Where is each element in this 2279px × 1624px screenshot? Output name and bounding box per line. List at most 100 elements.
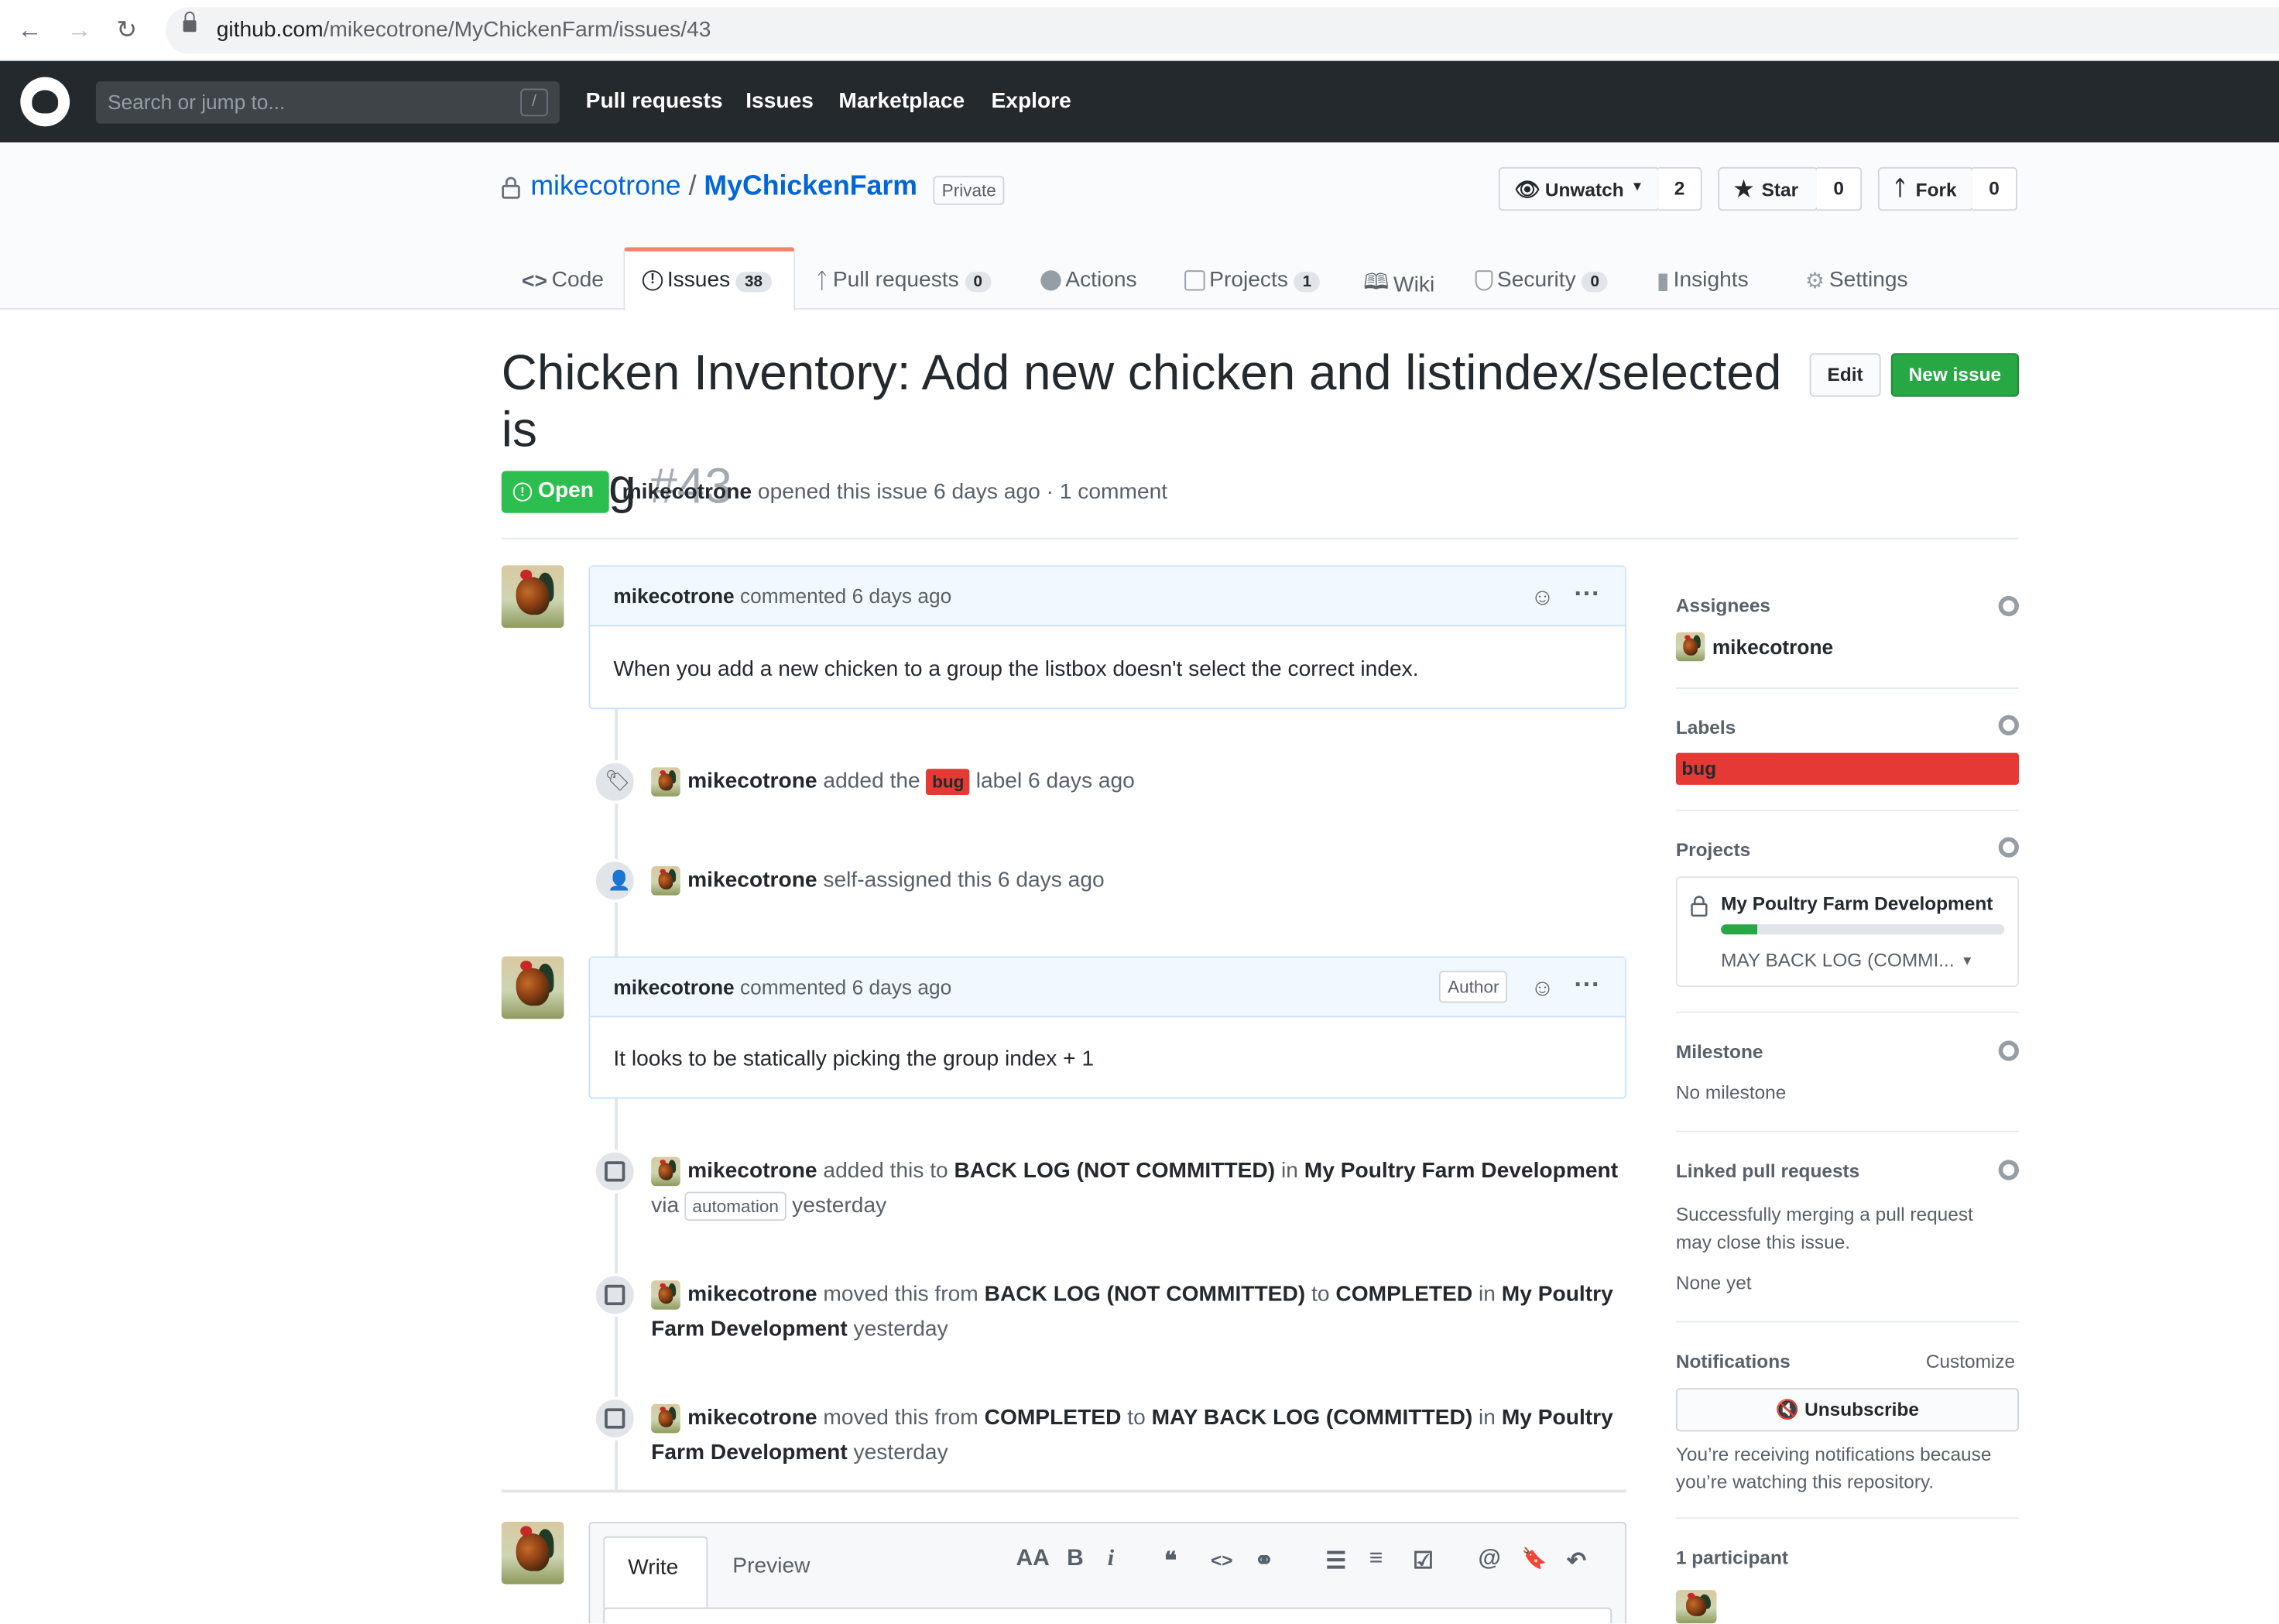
- state-label: Open: [538, 478, 595, 503]
- tab-actions[interactable]: Actions: [1040, 267, 1137, 293]
- gear-icon[interactable]: [1998, 595, 2019, 617]
- mini-avatar[interactable]: [651, 866, 680, 896]
- gear-icon[interactable]: [1998, 837, 2019, 858]
- project-link[interactable]: My Poultry Farm Development: [1304, 1158, 1618, 1183]
- reply-icon[interactable]: ↶: [1567, 1547, 1586, 1576]
- event-user[interactable]: mikecotrone: [687, 1406, 817, 1430]
- nav-marketplace[interactable]: Marketplace: [838, 89, 965, 114]
- watch-count[interactable]: 2: [1658, 166, 1702, 211]
- tab-projects[interactable]: Projects 1: [1184, 267, 1321, 293]
- tab-security-count: 0: [1582, 272, 1609, 293]
- fork-button[interactable]: ᛏ Fork: [1877, 166, 1974, 211]
- nav-explore[interactable]: Explore: [992, 89, 1071, 114]
- notifications-reason: You’re receiving notifications because yo…: [1676, 1441, 1992, 1496]
- more-options-icon[interactable]: ···: [1574, 969, 1600, 999]
- unwatch-button[interactable]: 👁 Unwatch ▼: [1498, 166, 1660, 211]
- emoji-reaction-icon[interactable]: ☺: [1530, 586, 1554, 612]
- mini-avatar[interactable]: [1675, 632, 1705, 662]
- tab-settings[interactable]: ⚙ Settings: [1805, 267, 1908, 293]
- project-link[interactable]: Farm Development: [651, 1317, 848, 1341]
- event-user[interactable]: mikecotrone: [687, 769, 817, 793]
- bookmark-icon[interactable]: 🔖: [1522, 1547, 1547, 1571]
- code-icon: <>: [522, 268, 547, 293]
- link-icon[interactable]: ⚭: [1254, 1547, 1273, 1576]
- avatar[interactable]: [501, 565, 564, 629]
- quote-icon[interactable]: ❝: [1164, 1547, 1177, 1576]
- tab-actions-label: Actions: [1065, 267, 1137, 293]
- url-field[interactable]: github.com/mikecotrone/MyChickenFarm/iss…: [166, 7, 2279, 54]
- project-icon: [605, 1161, 625, 1182]
- star-button[interactable]: ★ Star: [1718, 166, 1818, 211]
- comment-textarea[interactable]: [603, 1607, 1612, 1624]
- repo-owner-link[interactable]: mikecotrone: [530, 172, 680, 202]
- caret-down-icon[interactable]: ▼: [1961, 954, 1974, 968]
- preview-tab[interactable]: Preview: [732, 1554, 810, 1578]
- project-link[interactable]: My Poultry: [1502, 1406, 1613, 1430]
- nav-issues[interactable]: Issues: [745, 89, 814, 114]
- reload-icon[interactable]: ↻: [116, 16, 137, 46]
- github-logo-icon[interactable]: [20, 77, 70, 127]
- participant-avatar[interactable]: [1675, 1590, 1717, 1624]
- event-user[interactable]: mikecotrone: [687, 868, 817, 893]
- gear-icon[interactable]: [1998, 1160, 2019, 1180]
- comment-author[interactable]: mikecotrone: [613, 584, 734, 608]
- tab-settings-label: Settings: [1828, 267, 1908, 293]
- unsubscribe-button[interactable]: 🔇 Unsubscribe: [1675, 1388, 2019, 1432]
- task-list-icon[interactable]: ☑: [1413, 1547, 1434, 1576]
- tab-wiki[interactable]: 🕮 Wiki: [1363, 267, 1434, 303]
- project-progress-bar: [1721, 924, 2005, 935]
- tab-pull-requests[interactable]: ᛏ Pull requests 0: [815, 267, 992, 293]
- project-link[interactable]: Farm Development: [651, 1441, 848, 1465]
- avatar[interactable]: [501, 1521, 564, 1585]
- comment-author[interactable]: mikecotrone: [613, 975, 734, 999]
- label-bug[interactable]: bug: [1675, 752, 2019, 785]
- comment-box: mikecotrone commented 6 days ago Author …: [588, 956, 1627, 1099]
- automation-tag: automation: [685, 1191, 787, 1221]
- nav-pull-requests[interactable]: Pull requests: [586, 89, 723, 114]
- tab-code[interactable]: <> Code: [522, 267, 604, 293]
- assignee-link[interactable]: mikecotrone: [1712, 636, 1833, 659]
- edit-button[interactable]: Edit: [1809, 353, 1881, 397]
- emoji-reaction-icon[interactable]: ☺: [1530, 977, 1554, 1003]
- label-bug[interactable]: bug: [926, 769, 970, 796]
- issue-title-line1: Chicken Inventory: Add new chicken and l…: [501, 345, 1782, 458]
- event-text: in: [1479, 1282, 1496, 1307]
- tab-security[interactable]: Security 0: [1475, 267, 1609, 293]
- italic-icon[interactable]: i: [1108, 1547, 1114, 1573]
- new-issue-button[interactable]: New issue: [1890, 353, 2019, 397]
- project-progress-fill: [1721, 924, 1758, 935]
- event-user[interactable]: mikecotrone: [687, 1282, 817, 1307]
- event-badge: [593, 1396, 637, 1441]
- gear-icon[interactable]: [1998, 714, 2019, 736]
- unordered-list-icon[interactable]: ☰: [1325, 1547, 1346, 1576]
- repo-name-link[interactable]: MyChickenFarm: [704, 172, 917, 202]
- issue-author-link[interactable]: mikecotrone: [622, 480, 752, 505]
- header-text-icon[interactable]: AA: [1016, 1547, 1049, 1573]
- ordered-list-icon[interactable]: ≡: [1369, 1547, 1383, 1573]
- project-column-select[interactable]: MAY BACK LOG (COMMI...: [1721, 949, 1955, 971]
- forward-icon[interactable]: →: [67, 16, 91, 46]
- avatar[interactable]: [501, 956, 564, 1019]
- gear-icon[interactable]: [1998, 1040, 2019, 1061]
- project-link[interactable]: My Poultry: [1502, 1282, 1613, 1307]
- project-icon: [605, 1408, 625, 1429]
- mention-icon[interactable]: @: [1479, 1547, 1501, 1573]
- person-icon: 👤: [607, 869, 632, 891]
- star-count[interactable]: 0: [1817, 166, 1863, 211]
- back-icon[interactable]: ←: [18, 16, 43, 46]
- event-user[interactable]: mikecotrone: [687, 1158, 817, 1183]
- customize-link[interactable]: Customize: [1926, 1350, 2015, 1372]
- tab-insights[interactable]: ▮ Insights: [1657, 267, 1748, 293]
- write-tab[interactable]: Write: [603, 1536, 708, 1609]
- mini-avatar[interactable]: [651, 767, 680, 797]
- code-icon[interactable]: <>: [1211, 1550, 1233, 1571]
- comment-meta: commented 6 days ago: [739, 975, 952, 999]
- search-input[interactable]: Search or jump to... /: [95, 81, 560, 124]
- project-name[interactable]: My Poultry Farm Development: [1721, 893, 1993, 914]
- more-options-icon[interactable]: ···: [1574, 578, 1600, 608]
- tab-issues[interactable]: ! Issues 38: [642, 267, 772, 293]
- linked-prs-value: None yet: [1675, 1271, 1752, 1294]
- fork-count[interactable]: 0: [1972, 166, 2018, 211]
- fork-label: Fork: [1915, 178, 1957, 201]
- bold-icon[interactable]: B: [1067, 1547, 1084, 1573]
